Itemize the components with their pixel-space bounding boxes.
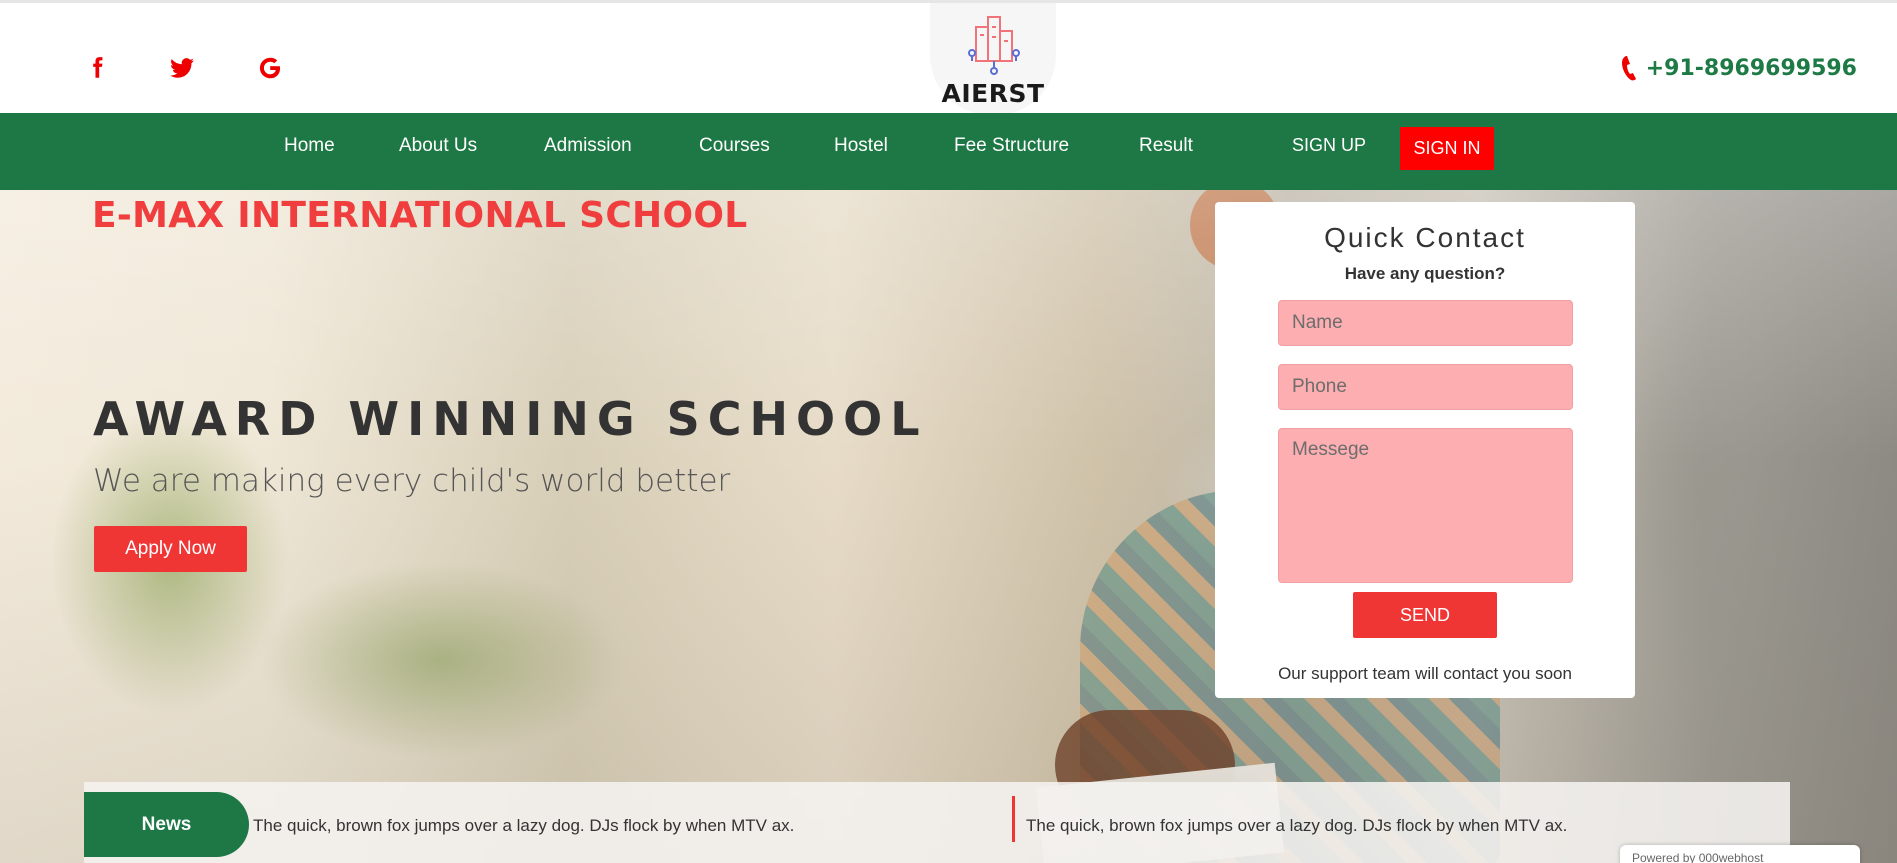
city-logo-icon [968,16,1020,75]
message-field[interactable] [1278,428,1573,583]
nav-result[interactable]: Result [1139,135,1193,157]
site-logo[interactable]: AIERST [930,3,1056,115]
news-label: News [84,792,249,857]
twitter-icon[interactable] [167,53,197,83]
nav-sign-up[interactable]: SIGN UP [1292,135,1366,156]
news-separator [1012,796,1015,842]
apply-now-button[interactable]: Apply Now [94,526,247,572]
facebook-icon[interactable] [82,53,112,83]
hero-subtitle: We are making every child's world better [93,463,731,499]
send-button[interactable]: SEND [1353,592,1497,638]
nav-courses[interactable]: Courses [699,135,770,157]
sign-in-button[interactable]: SIGN IN [1400,127,1494,170]
news-item[interactable]: The quick, brown fox jumps over a lazy d… [253,816,794,836]
news-item[interactable]: The quick, brown fox jumps over a lazy d… [1026,816,1567,836]
nav-hostel[interactable]: Hostel [834,135,888,157]
hero-title: AWARD WINNING SCHOOL [93,392,928,446]
name-field[interactable] [1278,300,1573,346]
nav-fee-structure[interactable]: Fee Structure [954,135,1069,157]
school-name: E-MAX INTERNATIONAL SCHOOL [92,195,748,236]
news-ticker: News The quick, brown fox jumps over a l… [84,782,1790,863]
quick-contact-form: Quick Contact Have any question? SEND Ou… [1215,202,1635,698]
phone-number: +91-8969699596 [1645,55,1857,81]
contact-question: Have any question? [1344,264,1506,283]
main-navbar: Home About Us Admission Courses Hostel F… [0,113,1897,190]
contact-title: Quick Contact [1324,222,1526,253]
hero-banner: E-MAX INTERNATIONAL SCHOOL AWARD WINNING… [0,190,1897,863]
nav-admission[interactable]: Admission [544,135,632,157]
phone-field[interactable] [1278,364,1573,410]
nav-home[interactable]: Home [284,135,335,157]
google-icon[interactable] [255,53,285,83]
nav-about-us[interactable]: About Us [399,135,477,157]
contact-note: Our support team will contact you soon [1278,664,1572,683]
phone-contact[interactable]: +91-8969699596 [1620,55,1857,81]
top-bar: AIERST +91-8969699596 [0,0,1897,115]
phone-icon [1621,56,1636,81]
logo-text: AIERST [941,79,1045,108]
powered-by-badge[interactable]: Powered by 000webhost [1620,845,1860,863]
